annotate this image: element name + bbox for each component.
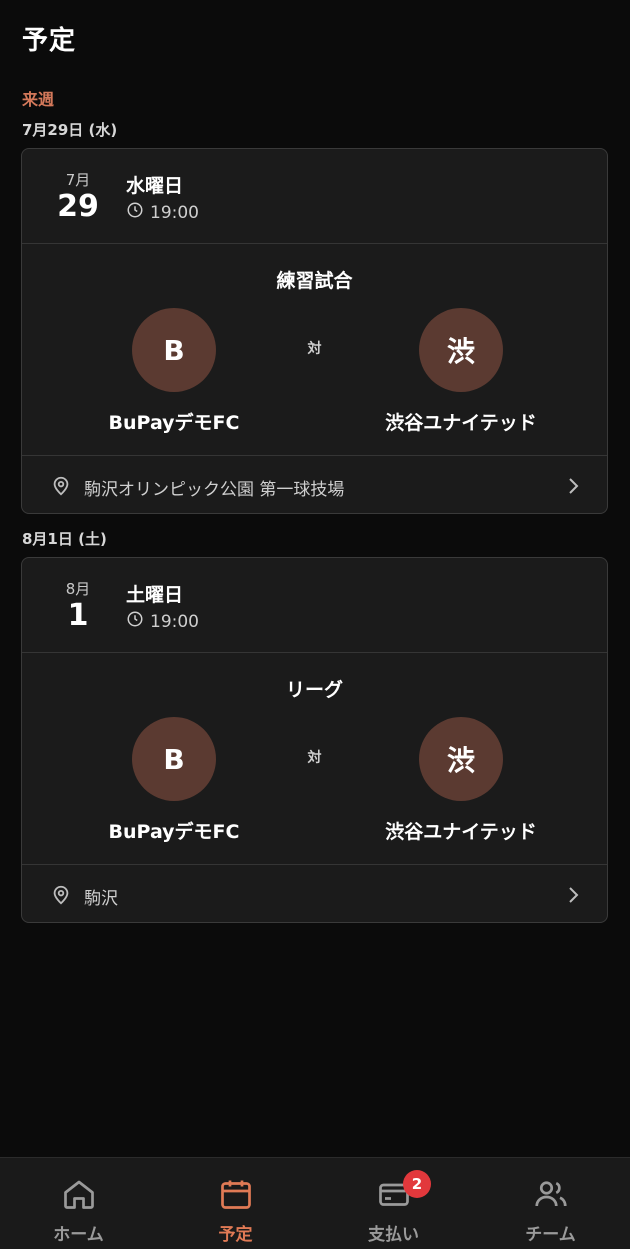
event-time: 19:00	[150, 202, 199, 223]
event-card[interactable]: 8月 1 土曜日 19:00 リーグ B BuPayデモFC 対 渋 渋谷ユナイ…	[21, 557, 608, 923]
event-time-row: 19:00	[126, 201, 199, 224]
nav-label: ホーム	[53, 1225, 104, 1245]
event-card-header: 8月 1 土曜日 19:00	[22, 558, 607, 653]
users-icon	[533, 1176, 569, 1212]
date-heading: 7月29日 (水)	[22, 121, 118, 139]
location-text: 駒沢オリンピック公園 第一球技場	[84, 480, 345, 500]
nav-label: 支払い	[368, 1225, 419, 1245]
location-row[interactable]: 駒沢	[22, 865, 607, 922]
nav-item-payments[interactable]: 2 支払い	[315, 1158, 472, 1249]
team-avatar: 渋	[419, 308, 503, 392]
bottom-nav: ホーム 予定 2 支払い チーム	[0, 1157, 630, 1249]
event-weekday: 土曜日	[126, 584, 184, 606]
nav-item-schedule[interactable]: 予定	[157, 1158, 314, 1249]
location-row[interactable]: 駒沢オリンピック公園 第一球技場	[22, 456, 607, 513]
event-weekday: 水曜日	[126, 175, 184, 197]
team-name: 渋谷ユナイテッド	[385, 821, 537, 843]
team-avatar: 渋	[419, 717, 503, 801]
event-card-header: 7月 29 水曜日 19:00	[22, 149, 607, 244]
nav-label: 予定	[218, 1225, 253, 1245]
clock-icon	[126, 610, 144, 633]
away-team: 渋 渋谷ユナイテッド	[361, 717, 561, 844]
nav-label: チーム	[525, 1225, 576, 1245]
chevron-right-icon	[565, 885, 581, 909]
team-name: BuPayデモFC	[108, 821, 240, 843]
chevron-right-icon	[565, 476, 581, 500]
nav-item-team[interactable]: チーム	[472, 1158, 629, 1249]
clock-icon	[126, 201, 144, 224]
event-time: 19:00	[150, 611, 199, 632]
match-type: 練習試合	[276, 270, 353, 292]
event-month: 8月	[65, 580, 91, 598]
event-day: 1	[67, 598, 89, 633]
date-heading: 8月1日 (土)	[22, 530, 107, 548]
match-type: リーグ	[285, 679, 343, 701]
page-title: 予定	[22, 26, 77, 56]
home-team: B BuPayデモFC	[74, 308, 274, 435]
team-name: BuPayデモFC	[108, 412, 240, 434]
event-time-row: 19:00	[126, 610, 199, 633]
team-name: 渋谷ユナイテッド	[385, 412, 537, 434]
section-label-next-week: 来週	[22, 90, 55, 109]
calendar-icon	[218, 1176, 254, 1212]
home-team: B BuPayデモFC	[74, 717, 274, 844]
nav-item-home[interactable]: ホーム	[0, 1158, 157, 1249]
event-card[interactable]: 7月 29 水曜日 19:00 練習試合 B BuPayデモFC 対 渋 渋谷ユ…	[21, 148, 608, 514]
location-text: 駒沢	[84, 889, 118, 909]
home-icon	[61, 1176, 97, 1212]
location-pin-icon	[50, 474, 72, 502]
event-month: 7月	[65, 171, 91, 189]
event-card-body: リーグ B BuPayデモFC 対 渋 渋谷ユナイテッド	[22, 653, 607, 865]
event-day: 29	[57, 189, 99, 224]
notification-badge: 2	[403, 1170, 431, 1198]
away-team: 渋 渋谷ユナイテッド	[361, 308, 561, 435]
location-pin-icon	[50, 883, 72, 911]
event-card-body: 練習試合 B BuPayデモFC 対 渋 渋谷ユナイテッド	[22, 244, 607, 456]
